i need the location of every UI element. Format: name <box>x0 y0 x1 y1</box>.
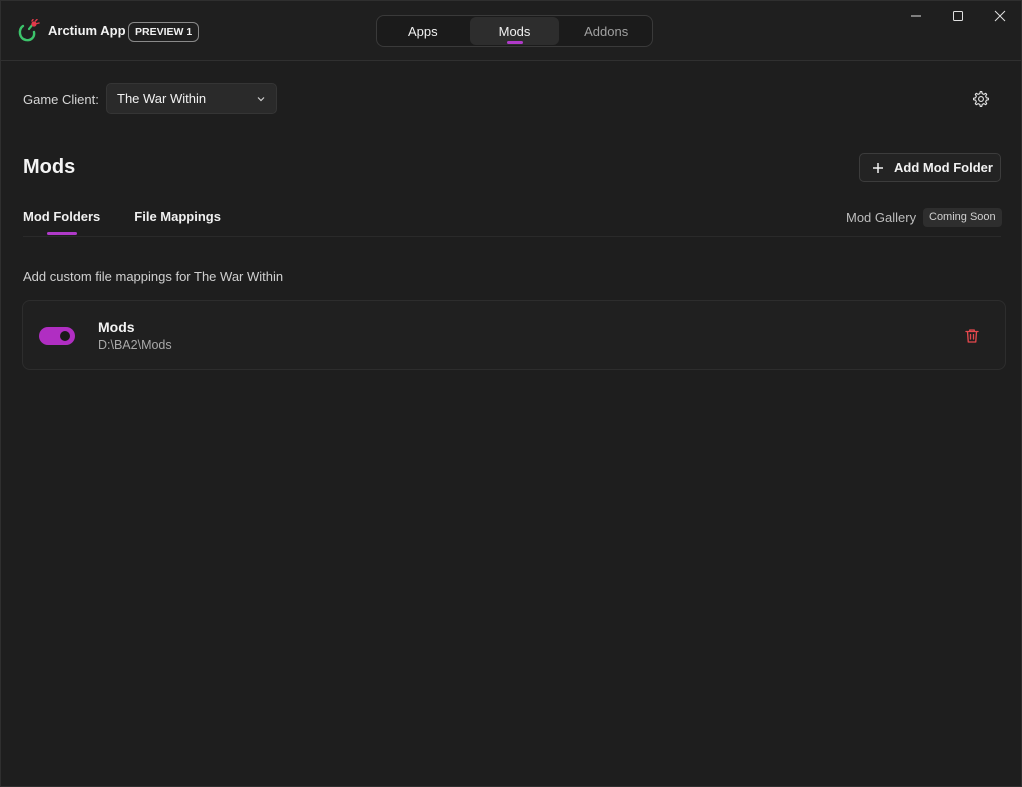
game-client-value: The War Within <box>117 91 207 106</box>
chevron-down-icon <box>257 96 265 101</box>
gear-icon <box>973 91 989 107</box>
toggle-knob <box>60 331 70 341</box>
tab-mod-folders[interactable]: Mod Folders <box>23 209 100 235</box>
maximize-icon <box>953 11 963 21</box>
minimize-button[interactable] <box>895 1 937 31</box>
game-client-label: Game Client: <box>23 92 99 107</box>
mod-folder-name: Mods <box>98 319 135 335</box>
coming-soon-badge: Coming Soon <box>923 208 1002 227</box>
trash-icon <box>965 329 979 343</box>
settings-button[interactable] <box>970 88 992 110</box>
delete-mod-folder-button[interactable] <box>961 325 983 347</box>
app-window: Arctium App PREVIEW 1 Apps Mods Addons G… <box>0 0 1022 787</box>
nav-tab-apps[interactable]: Apps <box>378 17 468 45</box>
mod-folder-path: D:\BA2\Mods <box>98 338 172 352</box>
plus-icon <box>873 162 883 173</box>
add-mod-folder-label: Add Mod Folder <box>894 160 993 175</box>
close-icon <box>994 10 1006 22</box>
tab-file-mappings[interactable]: File Mappings <box>134 209 221 228</box>
file-mappings-hint: Add custom file mappings for The War Wit… <box>23 269 284 284</box>
preview-badge: PREVIEW 1 <box>128 22 200 42</box>
game-client-select[interactable]: The War Within <box>106 83 277 114</box>
app-name: Arctium App <box>48 23 126 38</box>
mod-folder-card: Mods D:\BA2\Mods <box>22 300 1006 370</box>
maximize-button[interactable] <box>937 1 979 31</box>
tabs-divider <box>23 236 1001 237</box>
title-bar: Arctium App PREVIEW 1 Apps Mods Addons <box>1 1 1021 61</box>
nav-tab-mods[interactable]: Mods <box>469 17 560 45</box>
window-controls <box>895 1 1021 31</box>
close-button[interactable] <box>979 1 1021 31</box>
mod-enabled-toggle[interactable] <box>39 327 75 345</box>
add-mod-folder-button[interactable]: Add Mod Folder <box>859 153 1001 182</box>
sub-tabs: Mod Folders File Mappings <box>23 209 221 235</box>
nav-tab-addons[interactable]: Addons <box>561 17 651 45</box>
mod-gallery-label: Mod Gallery <box>846 210 917 225</box>
page-title: Mods <box>23 156 76 178</box>
main-nav-tabs: Apps Mods Addons <box>376 15 653 47</box>
minimize-icon <box>911 15 921 17</box>
arctium-logo-icon <box>18 19 40 42</box>
